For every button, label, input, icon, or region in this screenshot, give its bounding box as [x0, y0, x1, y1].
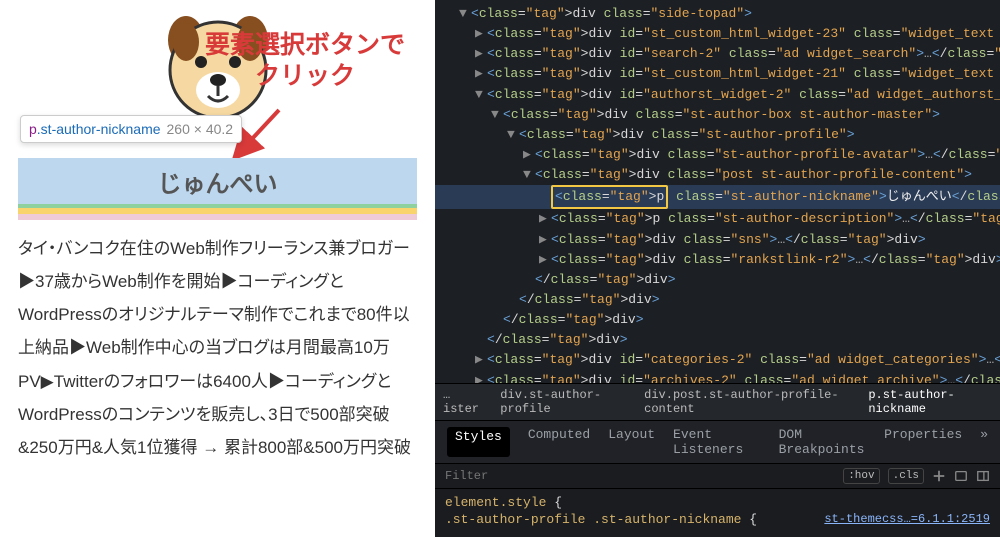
dom-node[interactable]: ▶<class="tag">p class="st-author-descrip…: [435, 209, 1000, 229]
dom-node[interactable]: </class="tag">div>: [435, 310, 1000, 330]
dom-node[interactable]: ▶<class="tag">div id="categories-2" clas…: [435, 350, 1000, 370]
toggle-sidebar-icon[interactable]: [976, 469, 990, 483]
breadcrumb-item[interactable]: p.st-author-nickname: [868, 388, 992, 416]
dom-node[interactable]: ▼<class="tag">div id="authorst_widget-2"…: [435, 85, 1000, 105]
dom-node[interactable]: </class="tag">div>: [435, 330, 1000, 350]
dom-node[interactable]: </class="tag">div>: [435, 270, 1000, 290]
tab-event-listeners[interactable]: Event Listeners: [673, 427, 761, 457]
tabs-overflow-icon[interactable]: »: [980, 427, 988, 457]
tab-layout[interactable]: Layout: [608, 427, 655, 457]
cls-toggle[interactable]: .cls: [888, 468, 924, 484]
styles-filter-input[interactable]: [445, 469, 625, 483]
stylesheet-link[interactable]: st-themecss…=6.1.1:2519: [824, 512, 990, 526]
annotation-text: 要素選択ボタンで クリック: [205, 30, 405, 93]
styles-tabs[interactable]: Styles Computed Layout Event Listeners DOM B…: [435, 421, 1000, 464]
hover-toggle[interactable]: :hov: [843, 468, 879, 484]
page-preview: 要素選択ボタンで クリック p.st-author-nickname 260 ×…: [0, 0, 435, 537]
tab-properties[interactable]: Properties: [884, 427, 962, 457]
elements-dom-tree[interactable]: ▼<class="tag">div class="side-topad">▶<c…: [435, 0, 1000, 383]
tab-computed[interactable]: Computed: [528, 427, 590, 457]
dom-node[interactable]: ▼<class="tag">div class="st-author-box s…: [435, 105, 1000, 125]
dom-node[interactable]: ▶<class="tag">div class="rankstlink-r2">…: [435, 250, 1000, 270]
element-inspect-tooltip: p.st-author-nickname 260 × 40.2: [20, 115, 242, 143]
breadcrumb-item[interactable]: div.post.st-author-profile-content: [644, 388, 854, 416]
dom-node[interactable]: ▶<class="tag">div id="st_custom_html_wid…: [435, 64, 1000, 84]
dom-node[interactable]: </class="tag">div>: [435, 290, 1000, 310]
dom-node[interactable]: ▼<class="tag">div class="side-topad">: [435, 4, 1000, 24]
author-description: タイ・バンコク在住のWeb制作フリーランス兼ブロガー▶37歳からWeb制作を開始…: [18, 232, 417, 464]
new-style-rule-icon[interactable]: [932, 469, 946, 483]
devtools-panel: ▼<class="tag">div class="side-topad">▶<c…: [435, 0, 1000, 537]
tab-dom-breakpoints[interactable]: DOM Breakpoints: [779, 427, 867, 457]
breadcrumb-item[interactable]: div.st-author-profile: [500, 388, 630, 416]
dom-node[interactable]: ▶<class="tag">div class="sns">…</class="…: [435, 230, 1000, 250]
dom-node[interactable]: ▼<class="tag">div class="st-author-profi…: [435, 125, 1000, 145]
dom-breadcrumb[interactable]: … ister div.st-author-profile div.post.st-…: [435, 383, 1000, 421]
tab-styles[interactable]: Styles: [447, 427, 510, 457]
dom-node-selected[interactable]: <class="tag">p class="st-author-nickname…: [435, 185, 1000, 209]
decorative-stripe: [18, 214, 417, 220]
styles-filter-row: :hov .cls: [435, 464, 1000, 489]
dom-node[interactable]: ▼<class="tag">div class="post st-author-…: [435, 165, 1000, 185]
author-nickname[interactable]: じゅんぺい: [18, 158, 417, 208]
css-rule[interactable]: .st-author-profile .st-author-nickname {…: [445, 512, 990, 527]
device-iframe-icon[interactable]: [954, 469, 968, 483]
styles-rules-pane[interactable]: element.style { .st-author-profile .st-au…: [435, 489, 1000, 537]
css-rule[interactable]: element.style {: [445, 495, 990, 510]
dom-node[interactable]: ▶<class="tag">div id="search-2" class="a…: [435, 44, 1000, 64]
breadcrumb-item[interactable]: … ister: [443, 388, 486, 416]
dom-node[interactable]: ▶<class="tag">div id="st_custom_html_wid…: [435, 24, 1000, 44]
dom-node[interactable]: ▶<class="tag">div class="st-author-profi…: [435, 145, 1000, 165]
dom-node[interactable]: ▶<class="tag">div id="archives-2" class=…: [435, 371, 1000, 383]
